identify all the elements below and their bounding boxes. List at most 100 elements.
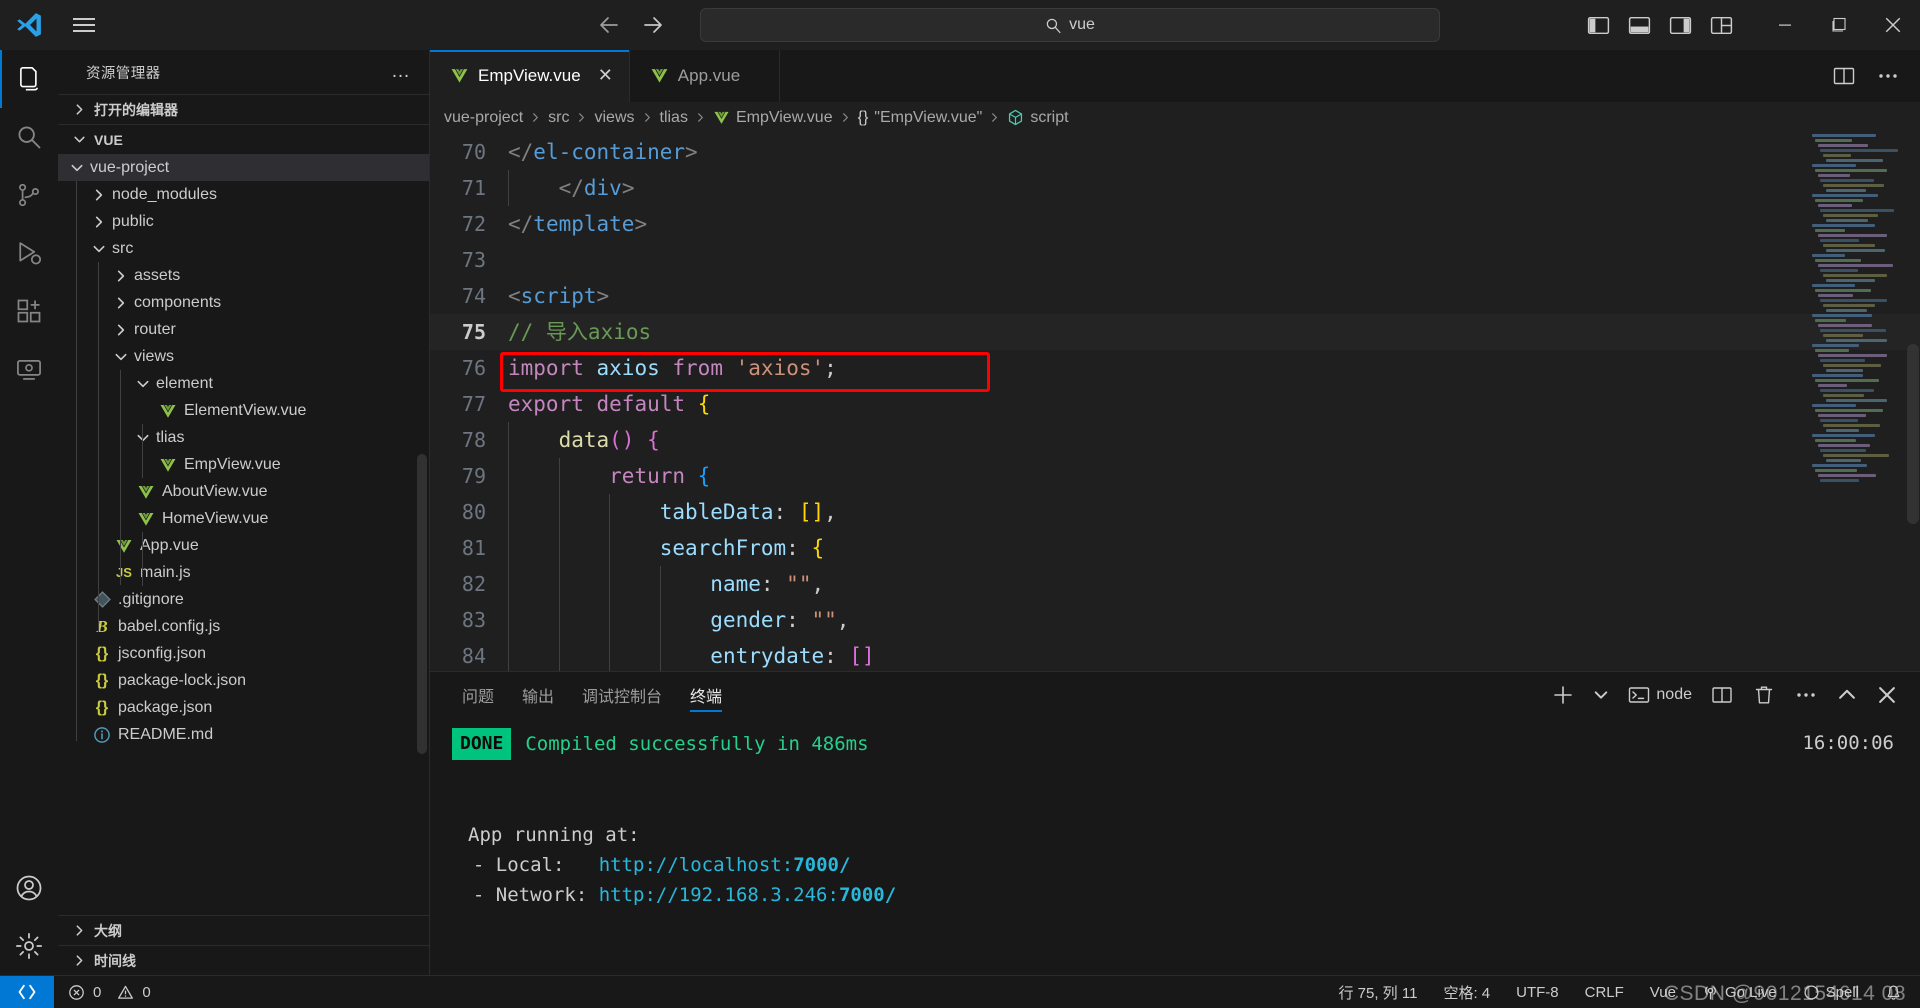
panel-bottom-icon[interactable] [1627,13,1652,38]
panel-tab-0[interactable]: 问题 [448,672,508,718]
chevron-down-icon[interactable] [112,350,130,364]
minimize-button[interactable] [1758,0,1812,50]
editor-scrollbar[interactable] [1906,134,1920,671]
breadcrumb-item[interactable]: vue-project [444,109,523,127]
trash-icon[interactable] [1752,683,1776,707]
editor-tabs[interactable]: EmpView.vue ✕ App.vue [430,50,780,102]
activity-item-accounts[interactable] [0,859,58,917]
tree-item-src[interactable]: src [58,235,429,262]
tree-item-tlias[interactable]: tlias [58,424,429,451]
language-mode[interactable]: Vue [1650,984,1676,1001]
forward-arrow-icon[interactable] [636,10,670,40]
chevron-down-icon[interactable] [134,377,152,391]
terminal-instance-node[interactable]: node [1627,683,1692,707]
chevron-right-icon[interactable] [90,215,108,229]
close-button[interactable] [1866,0,1920,50]
close-panel-button[interactable] [1876,684,1898,706]
section-timeline[interactable]: 时间线 [58,945,429,975]
layout-grid-icon[interactable] [1709,13,1734,38]
activity-item-remote-explorer[interactable] [0,340,58,398]
code-line[interactable]: 72 </template> [430,206,1920,242]
tree-item-jsconfig-json[interactable]: {} jsconfig.json [58,640,429,667]
panel-tab-3[interactable]: 终端 [676,672,736,718]
tree-item-babel-config-js[interactable]: Bbabel.config.js [58,613,429,640]
go-live-button[interactable]: Go Live [1702,984,1777,1001]
tree-item-views[interactable]: views [58,343,429,370]
eol-setting[interactable]: CRLF [1585,984,1624,1001]
hamburger-menu-icon[interactable] [58,15,110,35]
split-terminal-button[interactable] [1710,683,1734,707]
chevron-down-icon[interactable] [68,161,86,175]
activity-item-settings[interactable] [0,917,58,975]
panel-tab-1[interactable]: 输出 [508,672,568,718]
section-workspace[interactable]: VUE [58,124,429,154]
code-line[interactable]: 83 gender: "", [430,601,1920,638]
panel-right-icon[interactable] [1668,13,1693,38]
breadcrumb-item[interactable]: src [548,109,569,127]
tree-item-public[interactable]: public [58,208,429,235]
tree-item--gitignore[interactable]: .gitignore [58,586,429,613]
chevron-down-icon[interactable] [90,242,108,256]
tree-item-aboutview-vue[interactable]: AboutView.vue [58,478,429,505]
code-line[interactable]: 74 <script> [430,278,1920,314]
breadcrumb[interactable]: vue-project src views tlias EmpView.vue {} "Em… [430,101,1920,134]
tree-item-assets[interactable]: assets [58,262,429,289]
code-line[interactable]: 76 import axios from 'axios'; [430,350,1920,386]
new-terminal-button[interactable] [1551,683,1575,707]
sidebar-more-actions-icon[interactable]: … [385,61,417,83]
network-url[interactable]: http://192.168.3.246: [599,880,839,910]
code-line[interactable]: 81 searchFrom: { [430,529,1920,566]
breadcrumb-item[interactable]: tlias [660,109,688,127]
tree-item-package-lock-json[interactable]: {} package-lock.json [58,667,429,694]
breadcrumb-item[interactable]: {} "EmpView.vue" [858,109,983,127]
spell-checker-status[interactable]: Spell [1803,984,1859,1001]
breadcrumb-item[interactable]: views [594,109,634,127]
section-open-editors[interactable]: 打开的编辑器 [58,94,429,124]
chevron-up-icon[interactable] [1836,684,1858,706]
tree-item-main-js[interactable]: JS main.js [58,559,429,586]
code-line[interactable]: 80 tableData: [], [430,493,1920,530]
tree-item-elementview-vue[interactable]: ElementView.vue [58,397,429,424]
editor-tab-app-vue[interactable]: App.vue [629,50,780,102]
close-tab-icon[interactable]: ✕ [598,65,613,86]
panel-tabs[interactable]: 问题 输出 调试控制台 终端 [448,672,736,718]
tree-item-router[interactable]: router [58,316,429,343]
chevron-right-icon[interactable] [90,188,108,202]
chevron-right-icon[interactable] [112,269,130,283]
tree-item-package-json[interactable]: {} package.json [58,694,429,721]
panel-tab-2[interactable]: 调试控制台 [568,672,676,718]
chevron-right-icon[interactable] [112,323,130,337]
notifications-bell-icon[interactable] [1885,984,1902,1001]
command-center-search[interactable]: vue [700,8,1440,42]
activity-item-extensions[interactable] [0,282,58,340]
split-editor-icon[interactable] [1832,64,1856,88]
code-line[interactable]: 82 name: "", [430,565,1920,602]
code-line[interactable]: 77 export default { [430,386,1920,422]
panel-left-icon[interactable] [1586,13,1611,38]
code-line[interactable]: 75 // 导入axios [430,313,1920,350]
tree-item-components[interactable]: components [58,289,429,316]
code-editor[interactable]: 70 </el-container> 71 </div> 72 </template> 7… [430,133,1920,671]
ellipsis-icon[interactable] [1794,683,1818,707]
code-content[interactable]: 70 </el-container> 71 </div> 72 </template> 7… [430,134,1920,671]
activity-item-search[interactable] [0,108,58,166]
back-arrow-icon[interactable] [592,10,626,40]
editor-tab-empview-vue[interactable]: EmpView.vue ✕ [430,50,630,102]
remote-window-indicator[interactable] [0,975,54,1008]
code-line[interactable]: 84 entrydate: [] [430,637,1920,671]
maximize-button[interactable] [1812,0,1866,50]
encoding-setting[interactable]: UTF-8 [1516,984,1559,1001]
breadcrumb-item[interactable]: script [1007,109,1069,127]
indentation-setting[interactable]: 空格: 4 [1443,982,1490,1003]
tree-item-empview-vue[interactable]: EmpView.vue [58,451,429,478]
code-line[interactable]: 79 return { [430,457,1920,494]
tree-item-readme-md[interactable]: README.md [58,721,429,748]
code-line[interactable]: 73 [430,242,1920,278]
tree-item-app-vue[interactable]: App.vue [58,532,429,559]
code-line[interactable]: 70 </el-container> [430,134,1920,170]
chevron-right-icon[interactable] [112,296,130,310]
code-line[interactable]: 78 data() { [430,421,1920,458]
code-line[interactable]: 71 </div> [430,169,1920,206]
ellipsis-icon[interactable] [1876,64,1900,88]
tree-item-element[interactable]: element [58,370,429,397]
